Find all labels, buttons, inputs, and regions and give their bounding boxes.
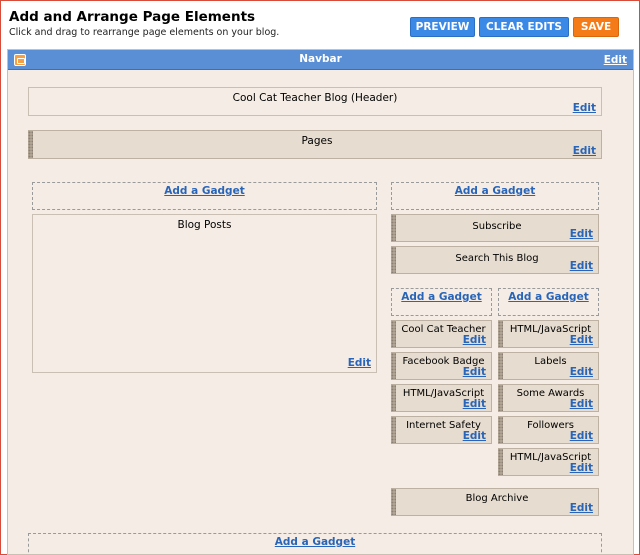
blog-archive-gadget[interactable]: Blog Archive Edit (391, 488, 599, 516)
blog-archive-edit-link[interactable]: Edit (570, 502, 593, 514)
right-column-gadget[interactable]: Some Awards Edit (498, 384, 599, 412)
right-column-add-gadget-label: Add a Gadget (508, 291, 589, 303)
left-column-gadget-edit-link[interactable]: Edit (463, 430, 486, 442)
right-column-gadget-edit-link[interactable]: Edit (570, 334, 593, 346)
save-button[interactable]: SAVE (573, 17, 619, 37)
main-add-gadget-label: Add a Gadget (164, 185, 245, 197)
search-gadget[interactable]: Search This Blog Edit (391, 246, 599, 274)
sidebar-add-gadget-link[interactable]: Add a Gadget (391, 182, 599, 210)
left-column-gadget[interactable]: Facebook Badge Edit (391, 352, 492, 380)
left-column-gadget-edit-link[interactable]: Edit (463, 366, 486, 378)
main-add-gadget-link[interactable]: Add a Gadget (32, 182, 377, 210)
subscribe-gadget-edit-link[interactable]: Edit (570, 228, 593, 240)
blog-posts-title: Blog Posts (177, 219, 232, 231)
right-column-gadget[interactable]: HTML/JavaScript Edit (498, 448, 599, 476)
pages-gadget-title: Pages (301, 135, 333, 147)
right-column-gadget-edit-link[interactable]: Edit (570, 366, 593, 378)
search-gadget-edit-link[interactable]: Edit (570, 260, 593, 272)
layout-canvas: Navbar Edit Cool Cat Teacher Blog (Heade… (7, 49, 634, 555)
left-column-gadget[interactable]: Cool Cat Teacher Edit (391, 320, 492, 348)
right-column-add-gadget-link[interactable]: Add a Gadget (498, 288, 599, 316)
blog-posts-edit-link[interactable]: Edit (348, 357, 371, 369)
blog-archive-title: Blog Archive (465, 493, 529, 504)
footer-add-gadget-label: Add a Gadget (274, 536, 356, 548)
sidebar-add-gadget-label: Add a Gadget (454, 185, 536, 197)
right-column-gadget[interactable]: HTML/JavaScript Edit (498, 320, 599, 348)
left-column-add-gadget-link[interactable]: Add a Gadget (391, 288, 492, 316)
header-gadget-edit-link[interactable]: Edit (573, 102, 596, 114)
right-column-gadget[interactable]: Followers Edit (498, 416, 599, 444)
page-subtitle: Click and drag to rearrange page element… (9, 27, 280, 38)
left-column-gadget[interactable]: HTML/JavaScript Edit (391, 384, 492, 412)
page-elements-window: Add and Arrange Page Elements Click and … (0, 0, 640, 555)
left-column-gadget[interactable]: Internet Safety Edit (391, 416, 492, 444)
page-title: Add and Arrange Page Elements (9, 9, 256, 25)
left-column-gadget-edit-link[interactable]: Edit (463, 398, 486, 410)
left-column-add-gadget-label: Add a Gadget (401, 291, 482, 303)
pages-gadget[interactable]: Pages Edit (28, 130, 602, 159)
header-gadget[interactable]: Cool Cat Teacher Blog (Header) Edit (28, 87, 602, 116)
navbar-title: Navbar (299, 53, 342, 65)
blog-posts-gadget[interactable]: Blog Posts Edit (32, 214, 377, 373)
subscribe-gadget[interactable]: Subscribe Edit (391, 214, 599, 242)
left-column-gadget-edit-link[interactable]: Edit (463, 334, 486, 346)
search-gadget-title: Search This Blog (455, 253, 539, 264)
subscribe-gadget-title: Subscribe (472, 221, 522, 232)
right-column-gadget-edit-link[interactable]: Edit (570, 398, 593, 410)
navbar-edit-link[interactable]: Edit (604, 54, 627, 66)
header-gadget-title: Cool Cat Teacher Blog (Header) (232, 92, 398, 104)
clear-edits-button[interactable]: CLEAR EDITS (479, 17, 569, 37)
pages-gadget-edit-link[interactable]: Edit (573, 145, 596, 157)
right-column-gadget-edit-link[interactable]: Edit (570, 462, 593, 474)
right-column-gadget-edit-link[interactable]: Edit (570, 430, 593, 442)
navbar-gadget[interactable]: Navbar Edit (8, 50, 633, 70)
preview-button[interactable]: PREVIEW (410, 17, 475, 37)
right-column-gadget[interactable]: Labels Edit (498, 352, 599, 380)
footer-add-gadget-link[interactable]: Add a Gadget (28, 533, 602, 554)
